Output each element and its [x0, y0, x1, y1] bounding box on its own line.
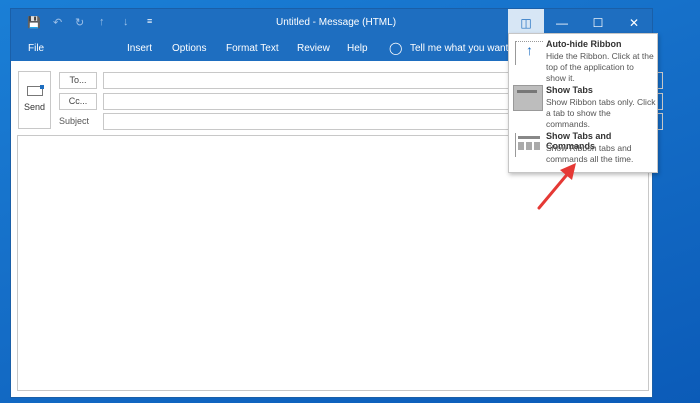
send-button[interactable]: Send [18, 71, 51, 129]
down-arrow-icon[interactable]: ↓ [123, 16, 129, 28]
ribbon-options-icon: ◫ [520, 16, 532, 30]
tab-help[interactable]: Help [347, 43, 368, 54]
menu-item-auto-hide-ribbon[interactable]: ↑ Auto-hide Ribbon Hide the Ribbon. Clic… [509, 37, 657, 83]
tab-options[interactable]: Options [172, 43, 206, 54]
subject-label: Subject [59, 116, 90, 126]
red-annotation-arrow [537, 163, 576, 210]
window-title: Untitled - Message (HTML) [276, 17, 397, 28]
menu-item-desc: Show Ribbon tabs only. Click a tab to sh… [546, 97, 656, 129]
menu-item-desc: Hide the Ribbon. Click at the top of the… [546, 51, 654, 83]
auto-hide-icon: ↑ [515, 41, 543, 65]
tell-me-search[interactable]: Tell me what you want t [410, 43, 514, 54]
ribbon-display-options-menu: ↑ Auto-hide Ribbon Hide the Ribbon. Clic… [508, 33, 658, 173]
show-tabs-commands-icon [515, 133, 543, 157]
send-label: Send [23, 102, 46, 112]
menu-item-title: Show Tabs [546, 85, 593, 95]
undo-icon[interactable]: ↶ [53, 16, 62, 29]
up-arrow-icon[interactable]: ↑ [99, 16, 105, 28]
tab-file[interactable]: File [28, 43, 44, 54]
menu-item-title: Auto-hide Ribbon [546, 39, 622, 49]
show-tabs-icon [513, 85, 543, 111]
tab-insert[interactable]: Insert [127, 43, 152, 54]
tab-review[interactable]: Review [297, 43, 330, 54]
lightbulb-icon: ◯ [389, 41, 403, 55]
save-icon[interactable]: 💾 [27, 16, 41, 29]
tab-format-text[interactable]: Format Text [226, 43, 279, 54]
send-envelope-icon [26, 85, 44, 96]
to-button[interactable]: To... [59, 72, 97, 89]
customize-qat-icon[interactable]: ≡ [147, 16, 152, 26]
cc-button[interactable]: Cc... [59, 93, 97, 110]
menu-item-show-tabs[interactable]: Show Tabs Show Ribbon tabs only. Click a… [509, 83, 657, 129]
redo-icon[interactable]: ↻ [75, 16, 84, 29]
